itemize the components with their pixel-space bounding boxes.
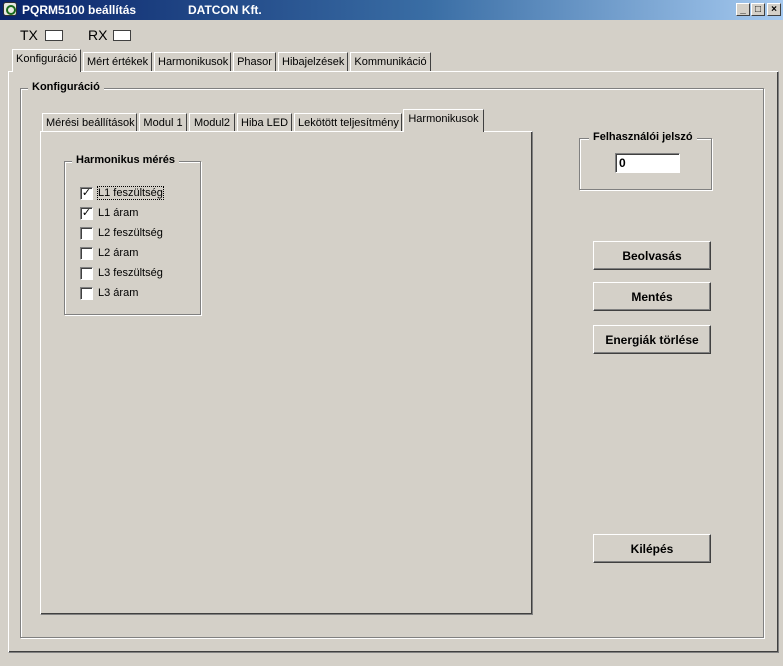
password-input[interactable] bbox=[615, 153, 680, 173]
rx-indicator bbox=[113, 30, 131, 41]
password-group-title: Felhasználói jelszó bbox=[589, 131, 697, 143]
checkbox-label: L1 áram bbox=[98, 207, 139, 219]
title-bar[interactable]: PQRM5100 beállítás DATCON Kft. _ □ × bbox=[0, 0, 783, 20]
subtab-modul2[interactable]: Modul2 bbox=[189, 113, 235, 132]
harmonic-measurement-title: Harmonikus mérés bbox=[72, 154, 180, 166]
checkbox-box[interactable] bbox=[80, 267, 93, 280]
read-button[interactable]: Beolvasás bbox=[593, 241, 711, 270]
company-name: DATCON Kft. bbox=[188, 3, 262, 17]
subtab-hiba-led[interactable]: Hiba LED bbox=[237, 113, 292, 132]
window-title: PQRM5100 beállítás bbox=[22, 3, 137, 17]
minimize-button[interactable]: _ bbox=[736, 3, 750, 16]
configuration-group-title: Konfiguráció bbox=[28, 81, 104, 93]
tab-hibajelzesek[interactable]: Hibajelzések bbox=[278, 52, 348, 71]
exit-button[interactable]: Kilépés bbox=[593, 534, 711, 563]
tab-mert-ertekek[interactable]: Mért értékek bbox=[83, 52, 152, 71]
checkbox-label: L3 áram bbox=[98, 287, 139, 299]
tab-kommunikacio[interactable]: Kommunikáció bbox=[350, 52, 431, 71]
subtab-modul-1[interactable]: Modul 1 bbox=[139, 113, 187, 132]
subtab-harmonikusok[interactable]: Harmonikusok bbox=[403, 109, 484, 132]
clear-energy-button[interactable]: Energiák törlése bbox=[593, 325, 711, 354]
tab-phasor[interactable]: Phasor bbox=[233, 52, 276, 71]
checkbox-box[interactable]: ✓ bbox=[80, 187, 93, 200]
checkbox-box[interactable] bbox=[80, 247, 93, 260]
checkbox-box[interactable] bbox=[80, 227, 93, 240]
checkbox-label: L2 feszültség bbox=[98, 227, 163, 239]
checkbox-label: L2 áram bbox=[98, 247, 139, 259]
tx-indicator bbox=[45, 30, 63, 41]
checkbox-box[interactable]: ✓ bbox=[80, 207, 93, 220]
close-button[interactable]: × bbox=[767, 3, 781, 16]
tab-konfiguracio[interactable]: Konfiguráció bbox=[12, 49, 81, 72]
checkbox-label: L3 feszültség bbox=[98, 267, 163, 279]
checkbox-label: L1 feszültség bbox=[97, 186, 164, 200]
rx-label: RX bbox=[88, 27, 108, 43]
subtab-meresi-beallitasok[interactable]: Mérési beállítások bbox=[42, 113, 137, 132]
maximize-button[interactable]: □ bbox=[751, 3, 765, 16]
subtab-lekotott-teljesitmeny[interactable]: Lekötött teljesítmény bbox=[294, 113, 402, 132]
tx-label: TX bbox=[20, 27, 38, 43]
checkbox-box[interactable] bbox=[80, 287, 93, 300]
save-button[interactable]: Mentés bbox=[593, 282, 711, 311]
tab-harmonikusok[interactable]: Harmonikusok bbox=[154, 52, 231, 71]
app-icon[interactable] bbox=[3, 2, 17, 16]
